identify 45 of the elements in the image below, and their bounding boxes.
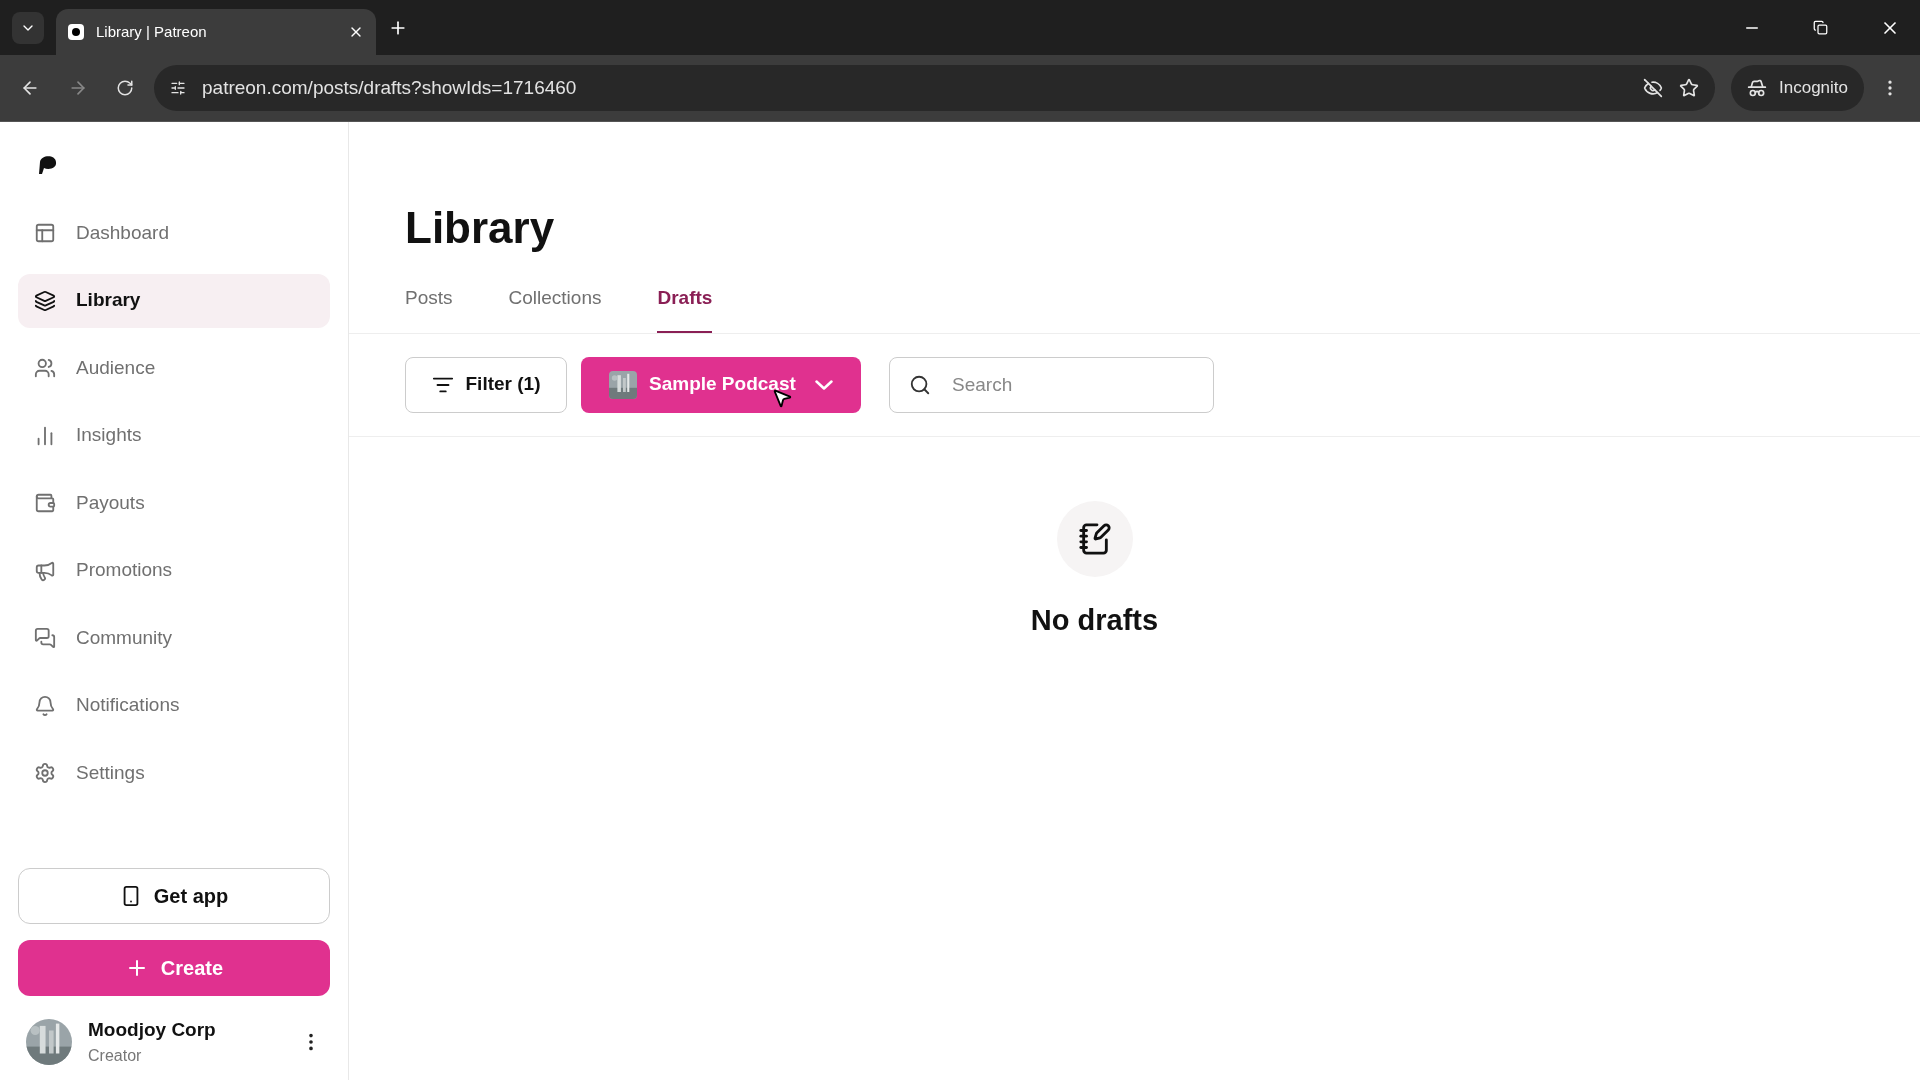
page-title: Library xyxy=(405,206,556,250)
sidebar-item[interactable]: Notifications xyxy=(18,678,330,733)
logo-icon xyxy=(36,154,58,176)
reload-icon[interactable] xyxy=(116,79,134,97)
search-icon xyxy=(909,373,931,396)
filter-button[interactable]: Filter (1) xyxy=(405,356,567,413)
browser-tab[interactable]: Library | Patreon xyxy=(56,9,376,55)
incognito-icon xyxy=(1747,78,1767,98)
incognito-badge[interactable]: Incognito xyxy=(1731,65,1864,111)
sidebar-item[interactable]: Promotions xyxy=(18,543,330,598)
star-icon[interactable] xyxy=(1679,78,1699,98)
megaphone-icon xyxy=(34,559,56,582)
tab[interactable]: Posts xyxy=(405,284,453,333)
empty-state-title: No drafts xyxy=(1030,602,1159,638)
campaign-dropdown[interactable]: Sample Podcast xyxy=(581,356,861,413)
people-icon xyxy=(34,357,56,379)
sidebar-item[interactable]: Payouts xyxy=(18,476,330,530)
wallet-icon xyxy=(34,492,56,514)
tab[interactable]: Collections xyxy=(508,284,602,333)
stack-icon xyxy=(34,289,56,312)
sidebar-item[interactable]: Library xyxy=(18,273,330,328)
dashboard-icon xyxy=(34,222,56,244)
tab[interactable]: Drafts xyxy=(657,284,713,333)
restore-icon[interactable] xyxy=(1813,20,1828,35)
chat-bubbles-icon xyxy=(34,627,56,649)
settings-icon xyxy=(34,762,56,784)
create-button[interactable]: Create xyxy=(18,939,330,996)
user-name: Moodjoy Corp xyxy=(88,1017,217,1042)
favicon-icon xyxy=(68,24,84,40)
site-settings-icon[interactable] xyxy=(170,80,186,96)
search-field[interactable]: Search xyxy=(889,356,1214,413)
bell-icon xyxy=(34,694,56,717)
address-bar[interactable]: patreon.com/posts/drafts?showIds=1716460 xyxy=(154,65,1715,111)
tab-list-button[interactable] xyxy=(12,11,44,44)
sidebar-item[interactable]: Community xyxy=(18,611,330,665)
user-role: Creator xyxy=(88,1046,143,1066)
url-text: patreon.com/posts/drafts?showIds=1716460 xyxy=(202,75,578,100)
sidebar-item[interactable]: Dashboard xyxy=(18,206,330,260)
tab-title: Library | Patreon xyxy=(96,21,208,42)
sidebar-item[interactable]: Insights xyxy=(18,408,330,463)
get-app-button[interactable]: Get app xyxy=(18,867,330,924)
sidebar-item[interactable]: Audience xyxy=(18,341,330,395)
chevron-down-icon xyxy=(815,379,833,390)
eye-off-icon[interactable] xyxy=(1643,78,1663,98)
sidebar-item[interactable]: Settings xyxy=(18,746,330,800)
